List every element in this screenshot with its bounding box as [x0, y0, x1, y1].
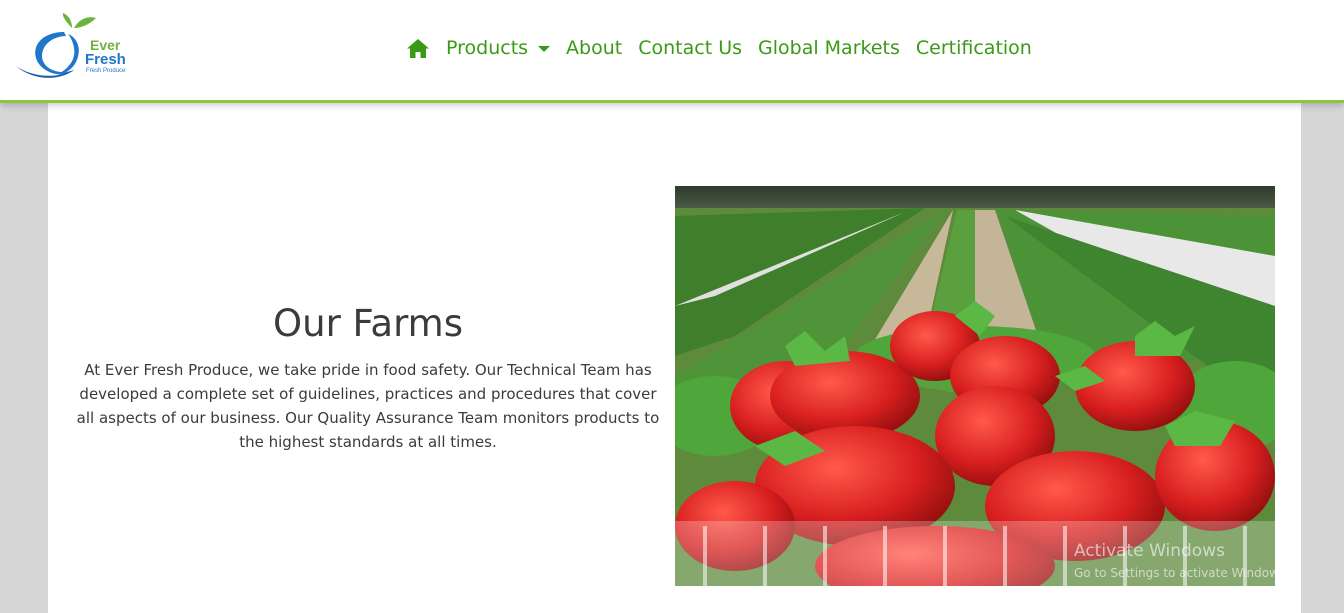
chevron-down-icon — [538, 46, 551, 52]
nav-products-label: Products — [446, 37, 529, 59]
strawberry-farm-image — [675, 186, 1275, 586]
nav-home[interactable] — [406, 38, 430, 59]
activate-windows-subtitle: Go to Settings to activate Windows. — [1074, 566, 1289, 580]
farms-description: At Ever Fresh Produce, we take pride in … — [76, 361, 660, 451]
logo-text-ever: Ever — [90, 37, 121, 53]
logo-tagline: Fresh Produce — [86, 68, 126, 74]
nav-products[interactable]: Products — [446, 37, 551, 59]
main-nav: Products About Contact Us Global Markets… — [406, 33, 1032, 63]
farms-heading: Our Farms — [273, 302, 463, 345]
nav-certification[interactable]: Certification — [916, 37, 1032, 59]
nav-about[interactable]: About — [566, 37, 622, 59]
nav-contact-us[interactable]: Contact Us — [638, 37, 742, 59]
logo-text-fresh: Fresh — [85, 51, 126, 68]
activate-windows-title: Activate Windows — [1074, 541, 1225, 561]
home-icon — [407, 38, 429, 58]
logo[interactable]: Ever Fresh Fresh Produce — [14, 12, 138, 82]
nav-global-markets[interactable]: Global Markets — [758, 37, 900, 59]
navbar: Ever Fresh Fresh Produce Products About … — [0, 0, 1344, 103]
strawberry-farm-illustration — [675, 186, 1275, 586]
